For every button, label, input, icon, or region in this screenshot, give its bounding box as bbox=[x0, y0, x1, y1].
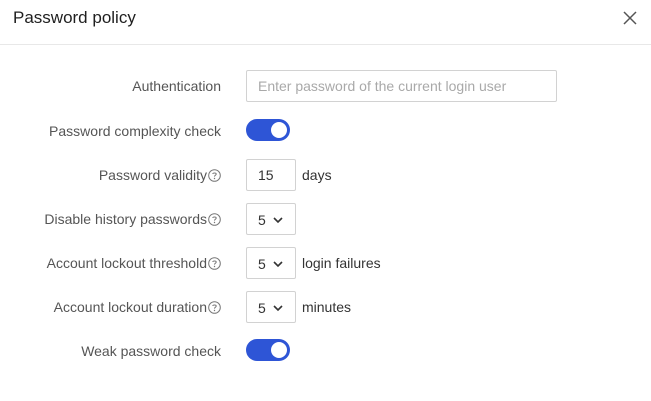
lockout-duration-label-text: Account lockout duration bbox=[53, 299, 207, 315]
lockout-threshold-unit: login failures bbox=[302, 255, 381, 271]
select-value: 5 bbox=[258, 256, 266, 272]
lockout-threshold-row: Account lockout threshold 5 login failur… bbox=[0, 247, 651, 279]
password-validity-unit: days bbox=[302, 167, 332, 183]
weak-password-label-text: Weak password check bbox=[81, 343, 221, 359]
weak-password-row: Weak password check bbox=[0, 335, 651, 367]
help-icon[interactable] bbox=[208, 212, 221, 226]
chevron-down-icon bbox=[272, 216, 284, 224]
disable-history-row: Disable history passwords 5 bbox=[0, 203, 651, 235]
lockout-duration-row: Account lockout duration 5 minutes bbox=[0, 291, 651, 323]
password-complexity-label-text: Password complexity check bbox=[49, 123, 221, 139]
authentication-label: Authentication bbox=[132, 70, 221, 102]
lockout-duration-label: Account lockout duration bbox=[54, 291, 221, 323]
disable-history-label-text: Disable history passwords bbox=[44, 211, 207, 227]
toggle-knob bbox=[271, 342, 287, 358]
select-value: 5 bbox=[258, 212, 266, 228]
close-icon[interactable] bbox=[622, 10, 638, 26]
lockout-duration-select[interactable]: 5 bbox=[246, 291, 296, 323]
password-complexity-row: Password complexity check bbox=[0, 115, 651, 147]
authentication-password-input[interactable] bbox=[246, 70, 557, 102]
toggle-knob bbox=[271, 122, 287, 138]
password-validity-label-text: Password validity bbox=[98, 167, 207, 183]
password-validity-row: Password validity days bbox=[0, 159, 651, 191]
lockout-threshold-label: Account lockout threshold bbox=[47, 247, 221, 279]
password-validity-input[interactable] bbox=[246, 159, 296, 191]
weak-password-label: Weak password check bbox=[81, 335, 221, 367]
chevron-down-icon bbox=[272, 304, 284, 312]
select-value: 5 bbox=[258, 300, 266, 316]
disable-history-select[interactable]: 5 bbox=[246, 203, 296, 235]
help-icon[interactable] bbox=[208, 256, 221, 270]
password-policy-dialog: Password policy Authentication Password … bbox=[0, 0, 651, 401]
chevron-down-icon bbox=[272, 260, 284, 268]
lockout-duration-unit: minutes bbox=[302, 299, 352, 315]
dialog-title: Password policy bbox=[13, 8, 136, 27]
lockout-threshold-label-text: Account lockout threshold bbox=[46, 255, 207, 271]
authentication-label-text: Authentication bbox=[132, 78, 221, 94]
disable-history-label: Disable history passwords bbox=[44, 203, 221, 235]
password-complexity-label: Password complexity check bbox=[49, 115, 221, 147]
password-complexity-toggle[interactable] bbox=[246, 119, 290, 141]
help-icon[interactable] bbox=[208, 300, 221, 314]
authentication-row: Authentication bbox=[0, 70, 651, 102]
weak-password-toggle[interactable] bbox=[246, 339, 290, 361]
lockout-threshold-select[interactable]: 5 bbox=[246, 247, 296, 279]
password-validity-label: Password validity bbox=[99, 159, 221, 191]
help-icon[interactable] bbox=[208, 168, 221, 182]
dialog-header: Password policy bbox=[0, 0, 651, 45]
